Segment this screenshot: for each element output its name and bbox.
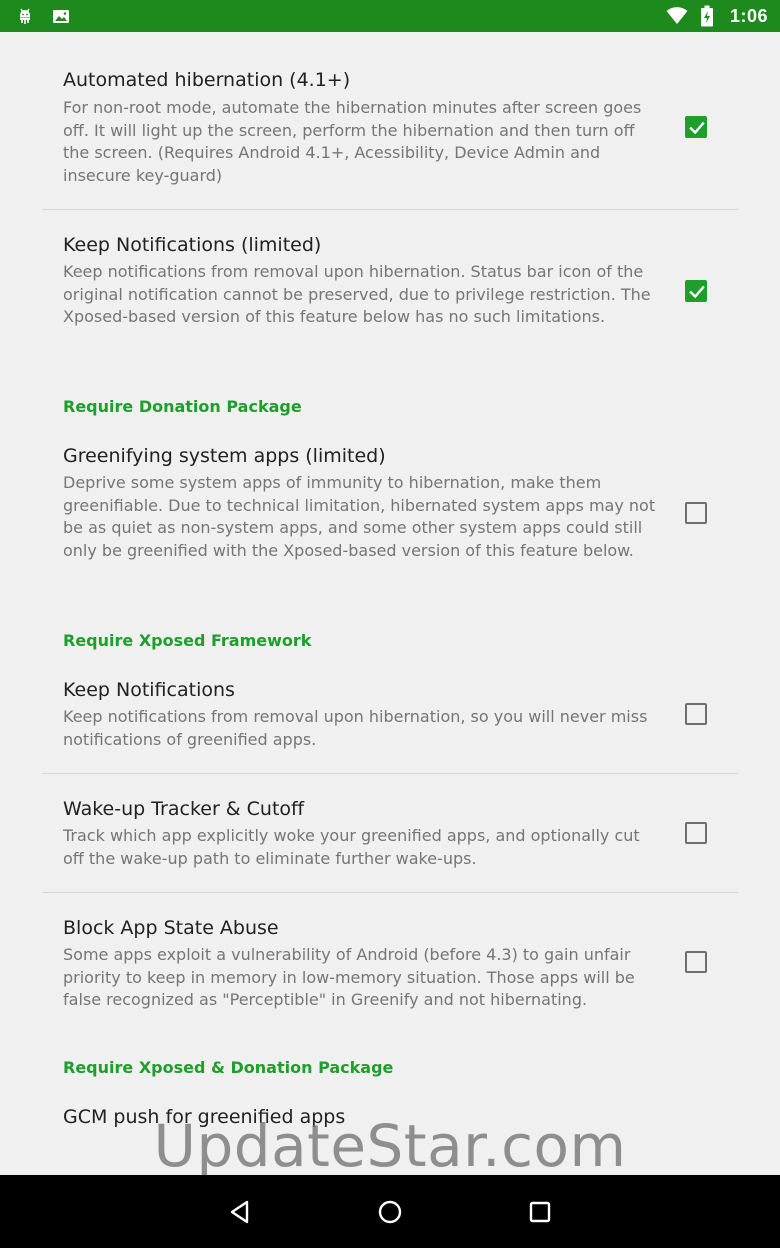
settings-list[interactable]: Automated hibernation (4.1+) For non-roo… bbox=[0, 32, 780, 1175]
pref-automated-hibernation[interactable]: Automated hibernation (4.1+) For non-roo… bbox=[42, 32, 738, 209]
recents-button[interactable] bbox=[510, 1182, 570, 1242]
status-bar: 1:06 bbox=[0, 0, 780, 32]
pref-title: Greenifying system apps (limited) bbox=[63, 445, 386, 467]
android-debug-icon bbox=[14, 5, 36, 27]
status-left bbox=[14, 5, 72, 27]
back-icon bbox=[230, 1200, 249, 1223]
home-icon bbox=[378, 1200, 402, 1223]
pref-wakeup-tracker[interactable]: Wake-up Tracker & Cutoff Track which app… bbox=[42, 774, 738, 892]
status-right: 1:06 bbox=[666, 5, 768, 27]
pref-keep-notifications-limited[interactable]: Keep Notifications (limited) Keep notifi… bbox=[42, 210, 738, 380]
category-require-xposed-donation: Require Xposed & Donation Package bbox=[63, 1058, 394, 1077]
pref-summary: Keep notifications from removal upon hib… bbox=[63, 707, 648, 749]
pref-gcm-push[interactable]: GCM push for greenified apps bbox=[42, 1093, 738, 1175]
pref-summary: Track which app explicitly woke your gre… bbox=[63, 826, 640, 868]
category-require-xposed: Require Xposed Framework bbox=[63, 631, 312, 650]
screen: 1:06 Automated hibernation (4.1+) For no… bbox=[0, 0, 780, 1248]
block-app-state-abuse-checkbox[interactable] bbox=[685, 951, 707, 973]
wifi-icon bbox=[666, 5, 688, 27]
pref-summary: Some apps exploit a vulnerability of And… bbox=[63, 945, 635, 1009]
navigation-bar bbox=[0, 1175, 780, 1248]
pref-title: Keep Notifications bbox=[63, 679, 235, 701]
pref-keep-notifications[interactable]: Keep Notifications Keep notifications fr… bbox=[42, 666, 738, 773]
pref-title: Block App State Abuse bbox=[63, 917, 279, 939]
pref-title: GCM push for greenified apps bbox=[63, 1106, 346, 1128]
battery-charging-icon bbox=[696, 5, 718, 27]
automated-hibernation-checkbox[interactable] bbox=[685, 116, 707, 138]
recents-icon bbox=[529, 1201, 551, 1222]
pref-title: Keep Notifications (limited) bbox=[63, 234, 322, 256]
checkmark-icon bbox=[689, 285, 705, 299]
pref-greenifying-system-apps[interactable]: Greenifying system apps (limited) Depriv… bbox=[42, 432, 738, 612]
keep-notifications-checkbox[interactable] bbox=[685, 703, 707, 725]
pref-block-app-state-abuse[interactable]: Block App State Abuse Some apps exploit … bbox=[42, 893, 738, 1033]
keep-notifications-limited-checkbox[interactable] bbox=[685, 280, 707, 302]
pref-title: Wake-up Tracker & Cutoff bbox=[63, 798, 305, 820]
wakeup-tracker-checkbox[interactable] bbox=[685, 822, 707, 844]
status-time: 1:06 bbox=[729, 5, 768, 26]
pref-title: Automated hibernation (4.1+) bbox=[63, 69, 351, 91]
pref-summary: For non-root mode, automate the hibernat… bbox=[63, 98, 642, 185]
greenifying-system-apps-checkbox[interactable] bbox=[685, 502, 707, 524]
checkmark-icon bbox=[689, 121, 705, 135]
pref-summary: Keep notifications from removal upon hib… bbox=[63, 262, 651, 326]
image-notification-icon bbox=[50, 5, 72, 27]
home-button[interactable] bbox=[360, 1182, 420, 1242]
pref-summary: Deprive some system apps of immunity to … bbox=[63, 473, 656, 560]
back-button[interactable] bbox=[210, 1182, 270, 1242]
category-require-donation: Require Donation Package bbox=[63, 397, 302, 416]
